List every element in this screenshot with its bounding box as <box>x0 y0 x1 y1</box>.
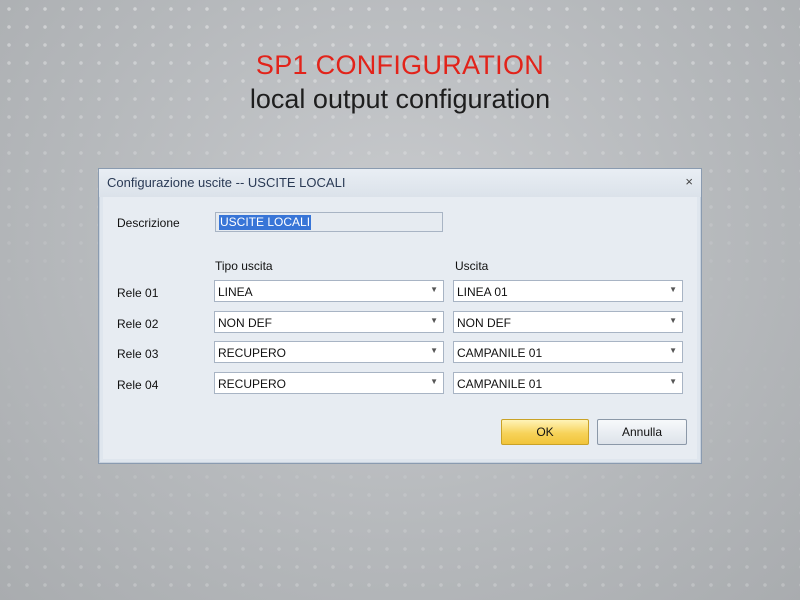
type-select-rele-03[interactable]: RECUPERO ▼ <box>214 341 444 363</box>
type-select-rele-01[interactable]: LINEA ▼ <box>214 280 444 302</box>
row-label: Rele 01 <box>117 286 159 300</box>
select-value: RECUPERO <box>218 377 287 391</box>
type-select-rele-04[interactable]: RECUPERO ▼ <box>214 372 444 394</box>
select-value: CAMPANILE 01 <box>457 346 543 360</box>
select-value: NON DEF <box>457 316 511 330</box>
select-value: LINEA 01 <box>457 285 508 299</box>
slide-title: SP1 CONFIGURATION <box>255 50 545 80</box>
chevron-down-icon: ▼ <box>430 346 438 355</box>
dialog-title: Configurazione uscite -- USCITE LOCALI <box>107 175 346 190</box>
select-value: CAMPANILE 01 <box>457 377 543 391</box>
description-label: Descrizione <box>117 216 180 230</box>
slide-subtitle: local output configuration <box>249 84 551 114</box>
type-select-rele-02[interactable]: NON DEF ▼ <box>214 311 444 333</box>
chevron-down-icon: ▼ <box>669 346 677 355</box>
output-select-rele-03[interactable]: CAMPANILE 01 ▼ <box>453 341 683 363</box>
output-select-rele-02[interactable]: NON DEF ▼ <box>453 311 683 333</box>
dialog-body: Descrizione USCITE LOCALI Tipo uscita Us… <box>103 197 697 459</box>
chevron-down-icon: ▼ <box>430 316 438 325</box>
column-header-type: Tipo uscita <box>215 259 273 273</box>
ok-button[interactable]: OK <box>501 419 589 445</box>
configuration-dialog: Configurazione uscite -- USCITE LOCALI ×… <box>98 168 702 464</box>
dialog-title-bar[interactable]: Configurazione uscite -- USCITE LOCALI × <box>99 169 701 197</box>
chevron-down-icon: ▼ <box>430 285 438 294</box>
column-header-output: Uscita <box>455 259 489 273</box>
select-value: NON DEF <box>218 316 272 330</box>
chevron-down-icon: ▼ <box>669 316 677 325</box>
output-select-rele-01[interactable]: LINEA 01 ▼ <box>453 280 683 302</box>
chevron-down-icon: ▼ <box>669 285 677 294</box>
close-icon[interactable]: × <box>685 174 693 189</box>
select-value: LINEA <box>218 285 253 299</box>
row-label: Rele 02 <box>117 317 159 331</box>
row-label: Rele 04 <box>117 378 159 392</box>
chevron-down-icon: ▼ <box>430 377 438 386</box>
row-label: Rele 03 <box>117 347 159 361</box>
select-value: RECUPERO <box>218 346 287 360</box>
cancel-button[interactable]: Annulla <box>597 419 687 445</box>
description-field[interactable]: USCITE LOCALI <box>215 212 443 232</box>
chevron-down-icon: ▼ <box>669 377 677 386</box>
output-select-rele-04[interactable]: CAMPANILE 01 ▼ <box>453 372 683 394</box>
description-value: USCITE LOCALI <box>219 215 312 230</box>
